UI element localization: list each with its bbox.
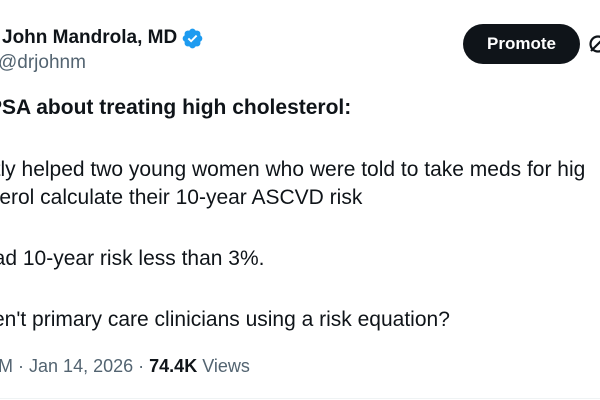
divider [0, 398, 600, 399]
tweet-text-line: had 10-year risk less than 3%. [0, 247, 265, 270]
tweet-time[interactable]: M [0, 356, 13, 376]
tweet-date[interactable]: Jan 14, 2026 [29, 356, 133, 376]
promote-button[interactable]: Promote [463, 24, 580, 64]
meta-separator: · [18, 356, 25, 376]
views-count: 74.4K [149, 356, 198, 376]
author-name[interactable]: John Mandrola, MD [2, 26, 177, 50]
tweet-text-line: PSA about treating high cholesterol: [0, 96, 352, 119]
views-label: Views [202, 356, 250, 376]
verified-badge-icon [182, 28, 203, 49]
tweet-text-line: ren't primary care clinicians using a ri… [0, 308, 450, 331]
meta-separator: · [138, 356, 145, 376]
tweet-text-line: sterol calculate their 10-year ASCVD ris… [0, 186, 363, 209]
grok-icon[interactable] [587, 33, 600, 55]
author-handle[interactable]: @drjohnm [0, 51, 86, 75]
tweet-text-line: ntly helped two young women who were tol… [0, 158, 586, 181]
tweet-metadata: M · Jan 14, 2026 · 74.4K Views [0, 354, 250, 378]
